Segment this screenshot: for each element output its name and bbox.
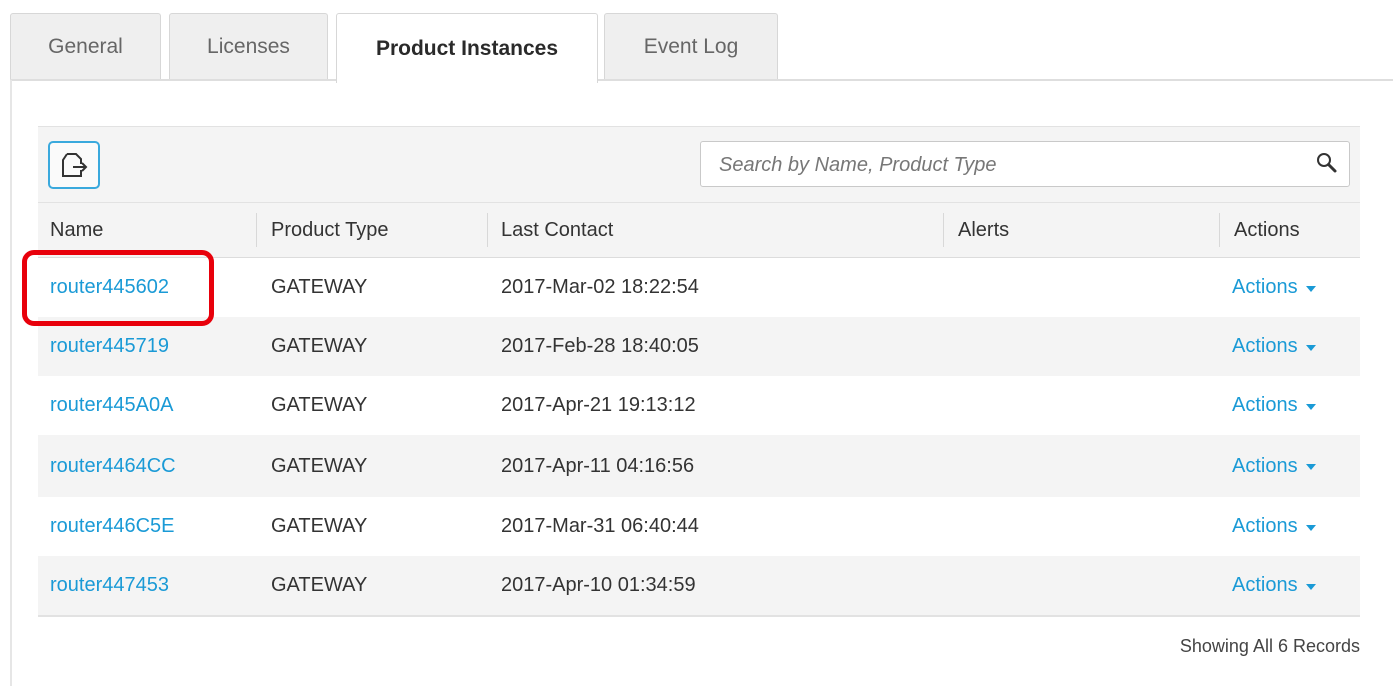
table-row: router445A0A GATEWAY 2017-Apr-21 19:13:1… — [38, 376, 1360, 435]
column-header-product-type[interactable]: Product Type — [256, 203, 486, 257]
tab-label: Product Instances — [375, 36, 559, 60]
table-toolbar — [38, 126, 1360, 203]
actions-dropdown[interactable]: Actions — [1232, 376, 1316, 435]
header-label: Product Type — [271, 218, 389, 241]
header-label: Last Contact — [501, 218, 614, 241]
caret-down-icon — [1305, 464, 1316, 470]
header-label: Actions — [1234, 218, 1300, 241]
actions-label: Actions — [1232, 454, 1298, 477]
column-separator — [1219, 213, 1220, 247]
last-contact-cell: 2017-Apr-11 04:16:56 — [501, 454, 695, 477]
header-label: Name — [50, 218, 104, 241]
caret-down-icon — [1305, 583, 1316, 590]
header-label: Alerts — [958, 218, 1010, 241]
last-contact-cell: 2017-Apr-10 01:34:59 — [501, 574, 696, 596]
table-row: router445719 GATEWAY 2017-Feb-28 18:40:0… — [38, 317, 1360, 376]
instance-name-link[interactable]: router446C5E — [50, 497, 175, 556]
actions-dropdown[interactable]: Actions — [1232, 435, 1316, 497]
instance-name-link[interactable]: router447453 — [50, 556, 169, 615]
product-type-cell: GATEWAY — [271, 335, 368, 357]
table-row: router4464CC GATEWAY 2017-Apr-11 04:16:5… — [38, 435, 1360, 497]
instance-name-link[interactable]: router445A0A — [50, 376, 173, 435]
product-type-cell: GATEWAY — [271, 574, 368, 596]
actions-label: Actions — [1232, 335, 1298, 357]
records-count: Showing All 6 Records — [1179, 636, 1360, 656]
actions-dropdown[interactable]: Actions — [1232, 497, 1316, 556]
instance-name-link[interactable]: router4464CC — [50, 435, 176, 497]
table-header: Name Product Type Last Contact Alerts Ac… — [38, 202, 1360, 258]
table-row: router445602 GATEWAY 2017-Mar-02 18:22:5… — [38, 258, 1360, 317]
tab-licenses[interactable]: Licenses — [169, 13, 328, 79]
table-bottom-border — [38, 615, 1360, 617]
search-input[interactable] — [717, 142, 1311, 188]
actions-label: Actions — [1232, 394, 1298, 416]
export-button[interactable] — [48, 141, 100, 189]
tab-label: Event Log — [643, 34, 739, 58]
tab-product-instances[interactable]: Product Instances — [336, 13, 598, 83]
product-type-cell: GATEWAY — [271, 276, 368, 298]
caret-down-icon — [1305, 344, 1316, 351]
search-icon[interactable] — [1315, 151, 1339, 175]
tab-event-log[interactable]: Event Log — [604, 13, 778, 79]
last-contact-cell: 2017-Mar-31 06:40:44 — [501, 515, 699, 537]
column-header-alerts[interactable]: Alerts — [943, 203, 1219, 257]
last-contact-cell: 2017-Mar-02 18:22:54 — [501, 276, 699, 298]
product-type-cell: GATEWAY — [271, 394, 368, 416]
last-contact-cell: 2017-Apr-21 19:13:12 — [501, 394, 696, 416]
tab-bar: General Licenses Product Instances Event… — [0, 0, 1393, 83]
actions-dropdown[interactable]: Actions — [1232, 317, 1316, 376]
actions-label: Actions — [1232, 515, 1298, 537]
product-type-cell: GATEWAY — [271, 454, 368, 477]
tab-divider — [10, 79, 1393, 81]
column-separator — [943, 213, 944, 247]
actions-label: Actions — [1232, 276, 1298, 298]
table-row: router446C5E GATEWAY 2017-Mar-31 06:40:4… — [38, 497, 1360, 556]
caret-down-icon — [1305, 285, 1316, 292]
actions-dropdown[interactable]: Actions — [1232, 258, 1316, 317]
highlight-callout-box — [22, 250, 214, 326]
column-separator — [256, 213, 257, 247]
tab-label: General — [48, 34, 123, 58]
search-box — [700, 141, 1350, 188]
column-header-actions: Actions — [1219, 203, 1360, 257]
tab-label: Licenses — [207, 34, 290, 58]
column-header-name[interactable]: Name — [50, 203, 256, 257]
caret-down-icon — [1305, 524, 1316, 531]
caret-down-icon — [1305, 403, 1316, 410]
tab-general[interactable]: General — [10, 13, 161, 79]
table-row: router447453 GATEWAY 2017-Apr-10 01:34:5… — [38, 556, 1360, 615]
actions-label: Actions — [1232, 574, 1298, 596]
column-separator — [487, 213, 488, 247]
export-icon — [62, 153, 88, 177]
product-type-cell: GATEWAY — [271, 515, 368, 537]
panel-border — [10, 80, 12, 686]
column-header-last-contact[interactable]: Last Contact — [487, 203, 943, 257]
last-contact-cell: 2017-Feb-28 18:40:05 — [501, 335, 699, 357]
actions-dropdown[interactable]: Actions — [1232, 556, 1316, 615]
